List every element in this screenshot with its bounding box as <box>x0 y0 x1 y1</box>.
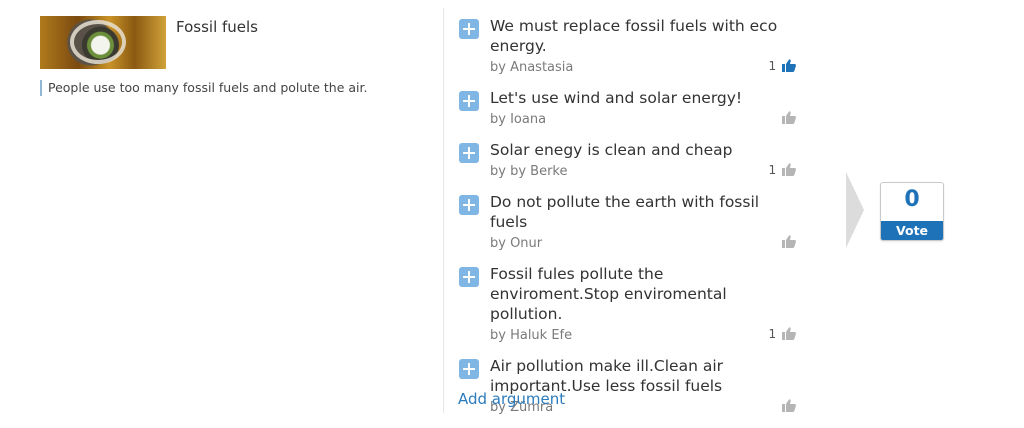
argument-text[interactable]: Let's use wind and solar energy! <box>490 88 790 108</box>
argument-item: We must replace fossil fuels with eco en… <box>459 16 804 76</box>
argument-author: by by Berke <box>490 164 568 179</box>
plus-icon[interactable] <box>459 359 479 379</box>
plus-icon[interactable] <box>459 267 479 287</box>
argument-author: by Anastasia <box>490 60 574 75</box>
argument-author: by Haluk Efe <box>490 328 573 343</box>
like-count: 1 <box>768 59 777 73</box>
argument-text[interactable]: We must replace fossil fuels with eco en… <box>490 16 790 56</box>
thumbs-up-icon[interactable] <box>782 399 796 412</box>
vote-label: Vote <box>881 221 943 240</box>
like-control[interactable]: 1 <box>769 160 796 180</box>
argument-text[interactable]: Do not pollute the earth with fossil fue… <box>490 192 790 232</box>
like-control[interactable] <box>780 396 796 416</box>
plus-icon[interactable] <box>459 195 479 215</box>
vote-count: 0 <box>904 187 920 212</box>
plus-icon[interactable] <box>459 91 479 111</box>
argument-item: Solar enegy is clean and cheap by by Ber… <box>459 140 804 180</box>
argument-list: We must replace fossil fuels with eco en… <box>459 16 804 428</box>
argument-text[interactable]: Fossil fules pollute the enviroment.Stop… <box>490 264 790 324</box>
thumbs-up-icon[interactable] <box>782 235 796 248</box>
argument-text[interactable]: Solar enegy is clean and cheap <box>490 140 790 160</box>
add-argument-link[interactable]: Add argument <box>458 390 565 408</box>
plus-icon[interactable] <box>459 19 479 39</box>
thumbs-up-icon[interactable] <box>782 111 796 124</box>
vote-button[interactable]: 0 Vote <box>880 182 944 241</box>
argument-item: Fossil fules pollute the enviroment.Stop… <box>459 264 804 344</box>
like-control[interactable]: 1 <box>769 56 796 76</box>
chevron-right-icon <box>846 172 864 248</box>
argument-author: by Onur <box>490 236 543 251</box>
argument-item: Let's use wind and solar energy! by Ioan… <box>459 88 804 128</box>
argument-item: Do not pollute the earth with fossil fue… <box>459 192 804 252</box>
topic-title: Fossil fuels <box>176 18 259 36</box>
thumbs-up-icon[interactable] <box>782 59 796 72</box>
like-control[interactable] <box>780 232 796 252</box>
like-control[interactable] <box>780 108 796 128</box>
topic-description: People use too many fossil fuels and pol… <box>40 80 367 96</box>
thumbs-up-icon[interactable] <box>782 163 796 176</box>
like-count: 1 <box>768 327 777 341</box>
like-count: 1 <box>768 163 777 177</box>
argument-author: by Ioana <box>490 112 547 127</box>
topic-image <box>40 16 166 69</box>
thumbs-up-icon[interactable] <box>782 327 796 340</box>
column-divider <box>443 8 444 413</box>
plus-icon[interactable] <box>459 143 479 163</box>
like-control[interactable]: 1 <box>769 324 796 344</box>
